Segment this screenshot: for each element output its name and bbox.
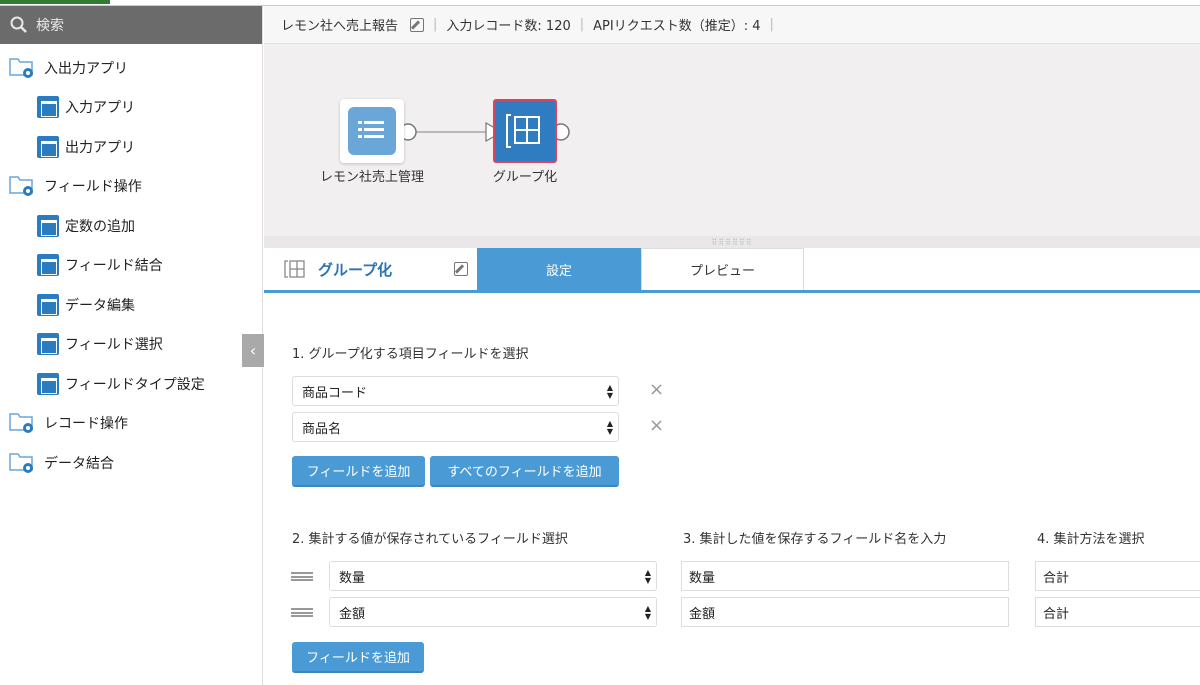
drag-handle-icon[interactable] (291, 608, 313, 617)
flow-node-grouping[interactable] (493, 99, 557, 163)
sidebar-item-field-join[interactable]: フィールド結合 (0, 246, 262, 286)
folder-label: フィールド操作 (44, 179, 142, 196)
sidebar-item-label: データ編集 (65, 297, 135, 314)
input-app-icon (37, 96, 59, 119)
sidebar: 検索 入出力アプリ 入力アプリ 出力アプリ フィールド操作 定数の追加 フィール… (0, 6, 263, 685)
sidebar-item-data-edit[interactable]: データ編集 (0, 285, 262, 325)
sidebar-item-input-app[interactable]: 入力アプリ (0, 88, 262, 128)
tab-preview[interactable]: プレビュー (641, 248, 804, 290)
edit-icon[interactable] (454, 262, 468, 276)
flow-canvas[interactable]: レモン社売上管理 グループ化 (264, 44, 1200, 236)
search-placeholder[interactable]: 検索 (36, 15, 64, 35)
drag-handle-icon[interactable] (291, 572, 313, 581)
add-field-button[interactable]: フィールドを追加 (292, 642, 424, 673)
selected-value: 金額 (339, 606, 366, 622)
sidebar-item-field-select[interactable]: フィールド選択 (0, 325, 262, 365)
sidebar-item-label: 定数の追加 (65, 218, 135, 235)
search-icon (10, 16, 28, 34)
separator: | (433, 17, 438, 32)
flow-connections (399, 121, 570, 143)
flow-header: レモン社へ売上報告 | 入力レコード数: 120 | APIリクエスト数（推定）… (264, 6, 1200, 44)
separator: | (579, 17, 585, 32)
resize-handle[interactable]: ⠿⠿⠿⠿⠿⠿ (264, 236, 1200, 248)
group-icon (506, 114, 540, 148)
panel-tab-bar: グループ化 設定 プレビュー (264, 248, 1200, 293)
settings-panel: グループ化 設定 プレビュー 1. グループ化する項目フィールドを選択 商品コー… (264, 248, 1200, 685)
folder-data-join[interactable]: データ結合 (0, 443, 262, 483)
group-field-select[interactable]: 商品名 ▲ ▼ (292, 412, 619, 442)
aggregate-field-select[interactable]: 数量 ▲ ▼ (329, 561, 657, 591)
sidebar-item-label: フィールド選択 (65, 337, 163, 354)
section3-label: 3. 集計した値を保存するフィールド名を入力 (683, 532, 947, 547)
active-tab-indicator (0, 0, 110, 4)
select-arrows-icon: ▲ ▼ (606, 419, 613, 436)
folder-record-ops[interactable]: レコード操作 (0, 404, 262, 444)
group-field-select[interactable]: 商品コード ▲ ▼ (292, 376, 619, 406)
component-tree: 入出力アプリ 入力アプリ 出力アプリ フィールド操作 定数の追加 フィールド結合… (0, 44, 262, 483)
aggregation-method-select[interactable]: 合計 (1035, 561, 1200, 591)
section2-label: 2. 集計する値が保存されているフィールド選択 (292, 532, 568, 547)
output-field-name-input[interactable]: 数量 (681, 561, 1009, 591)
panel-title: グループ化 (284, 248, 392, 290)
aggregate-field-select[interactable]: 金額 ▲ ▼ (329, 597, 657, 627)
group-icon (284, 260, 305, 278)
output-field-name-input[interactable]: 金額 (681, 597, 1009, 627)
list-icon (348, 107, 396, 155)
folder-gear-icon (8, 55, 38, 81)
search-bar[interactable]: 検索 (0, 6, 262, 44)
add-constant-icon (37, 214, 59, 237)
tab-settings[interactable]: 設定 (477, 248, 641, 290)
field-type-icon (37, 372, 59, 395)
folder-label: レコード操作 (44, 416, 128, 433)
folder-gear-icon (8, 173, 38, 199)
data-edit-icon (37, 293, 59, 316)
sidebar-item-label: 出力アプリ (65, 139, 135, 156)
node-label: レモン社売上管理 (320, 170, 425, 185)
selected-value: 商品名 (302, 421, 342, 437)
folder-field-ops[interactable]: フィールド操作 (0, 167, 262, 207)
panel-title-text: グループ化 (318, 260, 393, 279)
sidebar-item-label: フィールド結合 (65, 258, 163, 275)
separator: | (769, 17, 774, 32)
add-field-button[interactable]: フィールドを追加 (292, 456, 425, 487)
remove-icon[interactable]: × (649, 379, 664, 400)
edit-icon[interactable] (410, 17, 425, 32)
field-select-icon (37, 333, 59, 356)
folder-label: 入出力アプリ (44, 60, 128, 77)
sidebar-item-label: 入力アプリ (65, 100, 135, 117)
selected-value: 商品コード (302, 385, 368, 401)
aggregation-method-select[interactable]: 合計 (1035, 597, 1200, 627)
section1-label: 1. グループ化する項目フィールドを選択 (292, 347, 529, 362)
sidebar-item-field-type[interactable]: フィールドタイプ設定 (0, 364, 262, 404)
select-arrows-icon: ▲ ▼ (644, 604, 651, 621)
folder-gear-icon (8, 450, 38, 476)
remove-icon[interactable]: × (649, 415, 664, 436)
flow-title: レモン社へ売上報告 (281, 19, 399, 34)
flow-node-lemon-sales[interactable] (340, 99, 404, 163)
output-app-icon (37, 135, 59, 158)
field-join-icon (37, 254, 59, 277)
collapse-sidebar-button[interactable]: ‹ (242, 334, 264, 367)
add-all-fields-button[interactable]: すべてのフィールドを追加 (430, 456, 619, 487)
selected-value: 数量 (339, 570, 366, 586)
sidebar-item-add-constant[interactable]: 定数の追加 (0, 206, 262, 246)
folder-io-apps[interactable]: 入出力アプリ (0, 48, 262, 88)
sidebar-item-label: フィールドタイプ設定 (65, 376, 205, 393)
select-arrows-icon: ▲ ▼ (606, 383, 613, 400)
folder-gear-icon (8, 410, 38, 436)
folder-label: データ結合 (44, 455, 114, 472)
select-arrows-icon: ▲ ▼ (644, 568, 651, 585)
section4-label: 4. 集計方法を選択 (1037, 532, 1145, 547)
input-record-count: 入力レコード数: 120 (446, 19, 571, 34)
node-label: グループ化 (492, 170, 558, 185)
sidebar-item-output-app[interactable]: 出力アプリ (0, 127, 262, 167)
api-request-count: APIリクエスト数（推定）: 4 (593, 19, 761, 34)
